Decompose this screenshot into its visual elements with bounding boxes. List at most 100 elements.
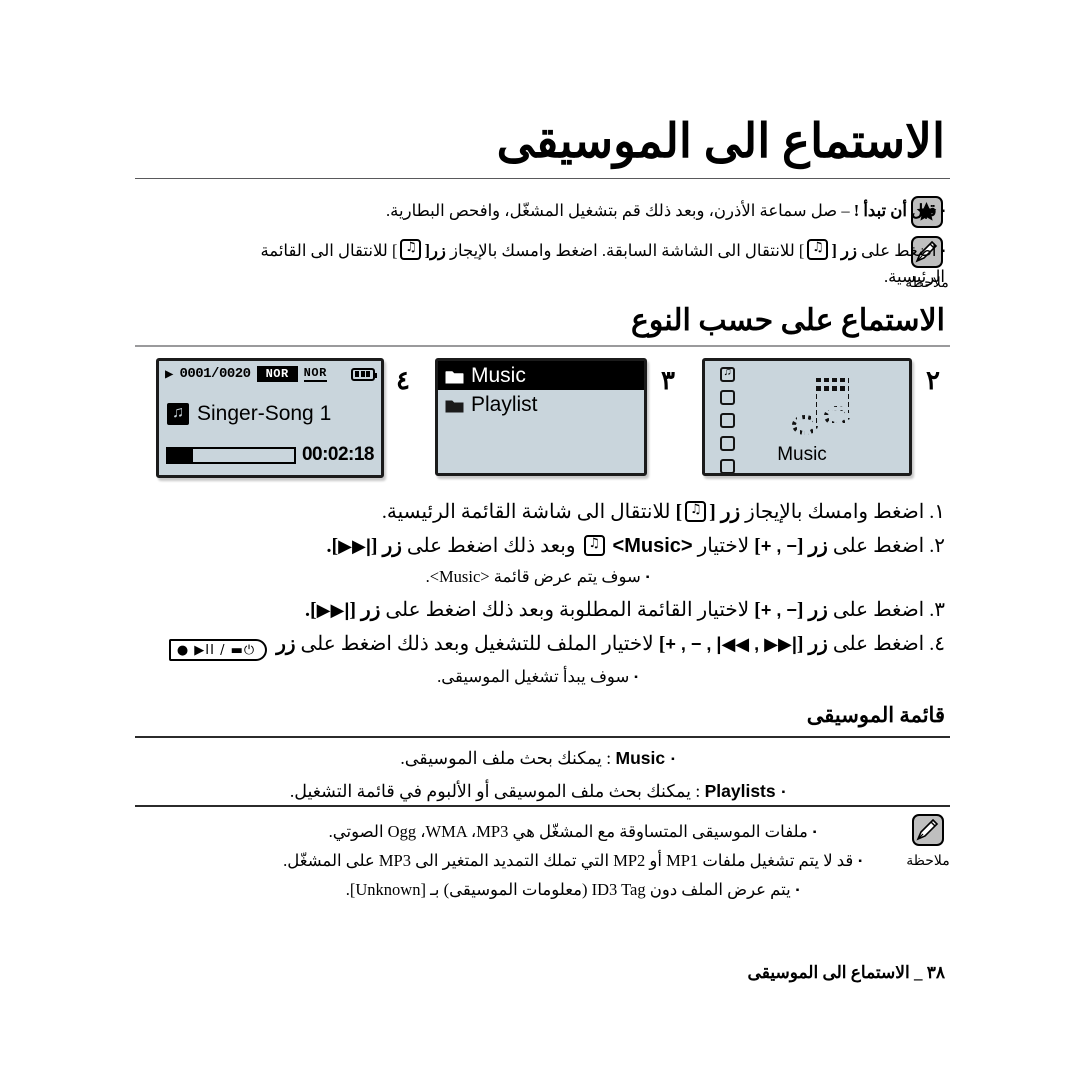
screen-step-4: ٤ ▶ 0001/0020 NOR NOR Singer-Song 1 <box>135 358 420 480</box>
plus-minus-keys: + , − <box>760 536 797 556</box>
step-key-close: ] <box>754 535 761 557</box>
step-2-result-text: سوف يتم عرض قائمة <Music>. <box>425 567 641 586</box>
bullet-glyph: ▪ <box>858 855 862 867</box>
music-list-divider-top <box>135 736 950 738</box>
step-key-open: زر [ <box>796 633 828 656</box>
screen-number: ٣ <box>661 366 675 395</box>
bullet-glyph: ▪ <box>795 884 800 896</box>
step-key-close-2: ]. <box>304 599 317 622</box>
song-title: Singer-Song 1 <box>197 402 332 425</box>
step-text-a: اضغط وامسك بالإيجاز <box>745 501 925 523</box>
step-key-close: ] <box>675 501 683 523</box>
step-key-open-2: زر [ <box>370 535 402 557</box>
step-key-word: زر <box>276 633 296 656</box>
elapsed-time: 00:02:18 <box>301 444 375 465</box>
menu-item-playlist[interactable]: Playlist <box>438 390 644 419</box>
tip-note-key-open-1: زر [ <box>831 241 857 260</box>
tip-note-text-a: اضغط على <box>861 241 937 260</box>
music-note-icon <box>167 401 189 425</box>
footer-page-number: ٣٨ <box>926 963 945 982</box>
music-list-items: ▪ Music : يمكنك بحث ملف الموسيقى. ▪ Playli… <box>130 742 945 809</box>
title-divider <box>135 178 950 179</box>
page-footer: ٣٨ _ الاستماع الى الموسيقى <box>130 963 945 983</box>
step-key-open-2: زر [ <box>349 599 381 622</box>
step-key-close: ] <box>754 599 761 622</box>
step-number: ٤. <box>929 633 945 656</box>
menu-item-label: Music <box>471 363 526 387</box>
return-button-icon <box>685 499 707 522</box>
step-number: ٢. <box>929 535 945 557</box>
music-list-divider-bottom <box>135 805 950 807</box>
bullet-glyph: ▪ <box>941 246 945 257</box>
next-track-key: ▶▶| <box>316 600 350 621</box>
step-number: ٣. <box>929 599 945 622</box>
folder-icon <box>445 397 464 413</box>
bottom-note-line: ▪ قد لا يتم تشغيل ملفات MP1 أو MP2 التي ت… <box>200 847 945 876</box>
plus-minus-keys: + , − <box>760 600 797 621</box>
music-list-item-name: Playlists <box>704 781 776 802</box>
status-bar: ▶ 0001/0020 NOR NOR <box>159 361 381 387</box>
step-key-open: زر [ <box>796 599 828 622</box>
step-text-b: لاختيار <box>697 535 750 557</box>
track-counter: 0001/0020 <box>179 366 251 382</box>
step-4-result-text: سوف يبدأ تشغيل الموسيقى. <box>437 667 630 687</box>
progress-bar[interactable] <box>166 446 296 464</box>
step-text-b: لاختيار القائمة المطلوبة وبعد ذلك اضغط ع… <box>385 599 750 622</box>
return-button-icon <box>400 237 422 260</box>
step-text-a: اضغط على <box>832 535 925 557</box>
bottom-note-text: قد لا يتم تشغيل ملفات MP1 أو MP2 التي تم… <box>283 850 854 870</box>
return-button-icon <box>807 237 829 260</box>
step-number: ١. <box>929 501 945 523</box>
screen-step-3: ٣ Music Playlist <box>430 358 685 480</box>
footer-separator: _ <box>913 963 923 982</box>
playback-progress-row: 00:02:18 <box>166 443 375 467</box>
folder-icon <box>445 368 464 384</box>
menu-item-music[interactable]: Music <box>438 361 644 390</box>
footer-title: الاستماع الى الموسيقى <box>747 963 910 982</box>
bullet-glyph: ▪ <box>812 827 817 838</box>
bottom-note-line: ▪ ملفات الموسيقى المتساوقة مع المشغّل هي … <box>200 818 945 847</box>
step-key-open: زر [ <box>796 535 828 557</box>
step-text-b: للانتقال الى شاشة القائمة الرئيسية. <box>381 501 671 523</box>
step-text-c: وبعد ذلك اضغط على <box>406 535 576 557</box>
tip-note-text-b: ] للانتقال الى الشاشة السابقة. اضغط وامس… <box>450 241 805 260</box>
bullet-glyph: ▪ <box>634 672 638 684</box>
music-list-item-name: Music <box>615 748 666 768</box>
bottom-note-text: ملفات الموسيقى المتساوقة مع المشغّل هي O… <box>328 822 808 841</box>
repeat-mode-badge: NOR <box>256 366 298 382</box>
music-menu-screen: Music Playlist <box>435 358 647 476</box>
eq-mode-badge: NOR <box>303 366 327 382</box>
bullet-glyph: ▪ <box>781 787 786 799</box>
section-divider <box>135 345 950 347</box>
step-1: ١. اضغط وامسك بالإيجاز زر [] للانتقال ال… <box>130 497 945 527</box>
music-splash-screen: Music <box>702 358 912 476</box>
music-list-item-desc: : يمكنك بحث ملف الموسيقى. <box>400 748 612 768</box>
manual-page: الاستماع الى الموسيقى ملاحظة ▪قبل أن تبد… <box>0 0 1080 1080</box>
now-playing-title-row: Singer-Song 1 <box>159 395 381 433</box>
play-pause-power-button-icon: ● ▶II / ▬⏻ <box>168 639 268 662</box>
now-playing-screen: ▶ 0001/0020 NOR NOR Singer-Song 1 00:02:… <box>156 358 384 478</box>
music-list-item-desc: : يمكنك بحث ملف الموسيقى أو الألبوم في ق… <box>289 781 701 802</box>
step-4: ٤. اضغط على زر [+ , − , |◀◀ , ▶▶|] لاختي… <box>130 629 945 662</box>
next-track-key: ▶▶| <box>338 536 371 556</box>
section-heading: الاستماع على حسب النوع <box>630 304 945 337</box>
screen-caption: Music <box>777 444 827 465</box>
screen-number: ٤ <box>396 366 410 395</box>
music-note-chip-icon <box>583 533 605 556</box>
instruction-steps: ١. اضغط وامسك بالإيجاز زر [] للانتقال ال… <box>130 497 945 695</box>
progress-fill <box>168 448 194 462</box>
bullet-glyph: ▪ <box>645 572 650 583</box>
tip-before-you-begin: ▪ قبل أن تبدأ ! – صل سماعة الأذرن، وبعد ذ… <box>200 198 945 224</box>
music-list-item-music: ▪ Music : يمكنك بحث ملف الموسيقى. <box>130 742 945 775</box>
battery-full-icon <box>351 367 377 381</box>
step-text-b: لاختيار الملف للتشغيل وبعد ذلك اضغط على <box>300 633 654 656</box>
bottom-note-list: ▪ ملفات الموسيقى المتساوقة مع المشغّل هي … <box>200 818 945 905</box>
menu-target-music: <Music> <box>612 535 693 557</box>
menu-item-label: Playlist <box>471 392 538 416</box>
page-title: الاستماع الى الموسيقى <box>496 116 945 168</box>
screen-illustrations: ٢ ♫ Music ٣ Music Playlist ٤ ▶ 0001/0020… <box>135 358 950 486</box>
bullet-glyph: ▪ <box>671 754 675 765</box>
rail-item <box>720 390 735 405</box>
music-list-item-playlists: ▪ Playlists : يمكنك بحث ملف الموسيقى أو ا… <box>130 775 945 808</box>
step-2-result: ▪ سوف يتم عرض قائمة <Music>. <box>130 565 945 588</box>
